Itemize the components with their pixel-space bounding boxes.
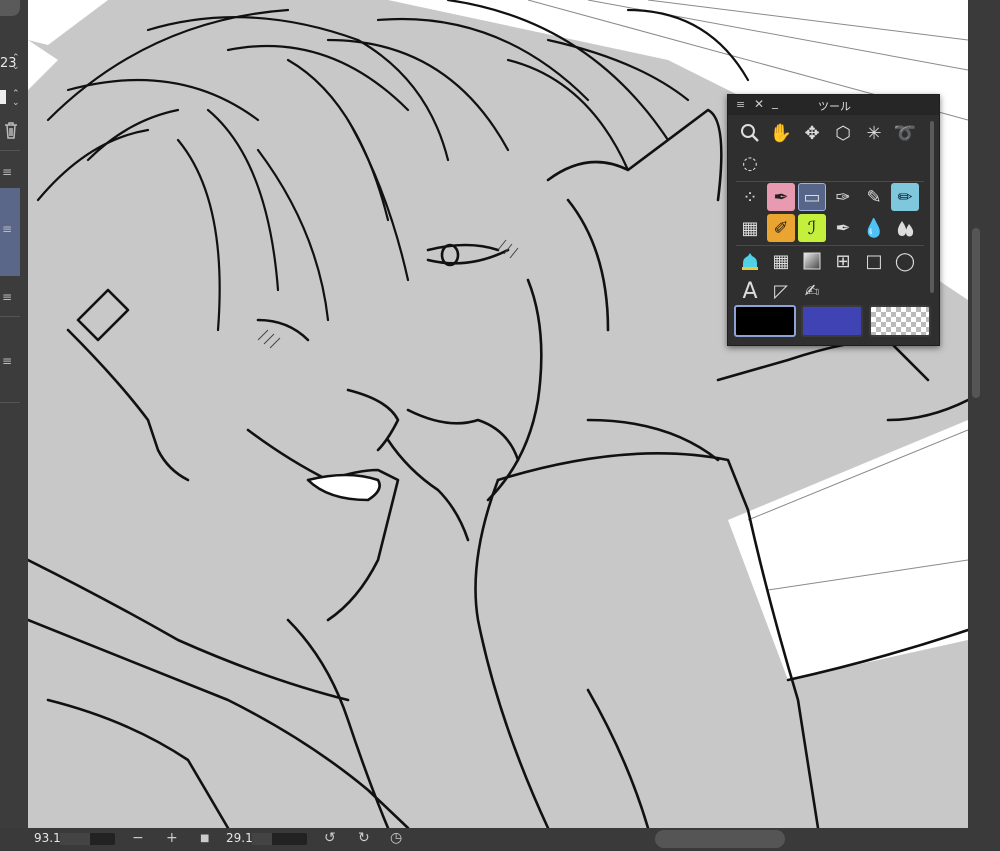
layer-menu-icon: ≡ <box>2 165 13 179</box>
zoom-value[interactable]: 93.1 <box>34 831 61 845</box>
trash-icon[interactable] <box>2 120 20 140</box>
marker-tool-icon[interactable]: ✎ <box>860 183 888 211</box>
selection-lasso-tool-icon[interactable]: ◌ <box>736 149 764 177</box>
gradient-tool-icon[interactable] <box>798 247 826 275</box>
decoration-tool-icon[interactable]: ▦ <box>736 214 764 242</box>
vertical-scroll-thumb[interactable] <box>972 228 980 398</box>
zoom-in-button[interactable]: + <box>166 830 178 846</box>
zoom-slider[interactable] <box>60 833 115 845</box>
opacity-swatch <box>0 90 6 104</box>
move-tool-icon[interactable]: ✥ <box>798 119 826 147</box>
sub-color-swatch[interactable] <box>801 305 863 337</box>
layer-item[interactable]: ≡ <box>0 268 20 328</box>
close-icon[interactable]: ✕ <box>754 97 764 111</box>
pencil-tool-icon[interactable]: ✏ <box>891 183 919 211</box>
divider <box>0 402 20 403</box>
vertical-scrollbar[interactable] <box>968 0 1000 828</box>
status-bar: 93.1 − + ■ 29.1 ↺ ↻ ◷ <box>0 828 1000 851</box>
airbrush-tool-icon[interactable]: ⁘ <box>736 183 764 211</box>
palette-divider <box>736 245 924 246</box>
palette-menu-icon[interactable]: ≡ <box>736 98 745 111</box>
lasso-tool-icon[interactable]: ➰ <box>891 119 919 147</box>
pen-tool-icon[interactable]: ✒ <box>767 183 795 211</box>
layer-item[interactable]: ≡ <box>0 332 20 392</box>
layer-item-active[interactable]: ≡ <box>0 188 20 276</box>
frame-tool-icon[interactable]: ⊞ <box>829 247 857 275</box>
panel-tool-icon[interactable]: ◸ <box>767 277 795 305</box>
dropper-tool-icon[interactable]: ℐ <box>798 214 826 242</box>
palette-title: ツール <box>818 100 851 113</box>
magic-wand-tool-icon[interactable]: ✳ <box>860 119 888 147</box>
text-tool-icon[interactable]: A <box>736 277 764 305</box>
palette-scrollbar[interactable] <box>930 121 934 293</box>
rectangle-tool-icon[interactable]: □ <box>860 247 888 275</box>
fit-button[interactable]: ■ <box>200 833 209 844</box>
fill-tool-icon[interactable] <box>736 247 764 275</box>
opacity-spinner-icon[interactable]: ⌃ ⌄ <box>12 90 20 108</box>
object-tool-icon[interactable]: ⬡ <box>829 119 857 147</box>
divider <box>0 316 20 317</box>
rotation-slider[interactable] <box>252 833 307 845</box>
size-spinner-icon[interactable]: ⌃ ⌄ <box>12 54 20 72</box>
reset-rotation-icon[interactable]: ◷ <box>390 830 402 846</box>
main-color-swatch[interactable] <box>734 305 796 337</box>
blend-tool-icon[interactable]: 💧 <box>860 214 888 242</box>
balloon-tool-icon[interactable]: ◯ <box>891 247 919 275</box>
highlighter-tool-icon[interactable]: ✐ <box>767 214 795 242</box>
palette-divider <box>736 181 924 182</box>
rotation-value[interactable]: 29.1 <box>226 831 253 845</box>
correction-tool-icon[interactable]: ✍ <box>798 277 826 305</box>
palette-header[interactable]: ≡ ✕ _ ツール <box>728 95 939 115</box>
transparent-color-swatch[interactable] <box>869 305 931 337</box>
zoom-out-button[interactable]: − <box>132 830 144 846</box>
horizontal-scroll-thumb[interactable] <box>655 830 785 848</box>
left-panel: 23 ⌃ ⌄ ⌃ ⌄ ≡ ≡ ≡ ≡ <box>0 0 28 828</box>
rotate-right-icon[interactable]: ↻ <box>358 830 370 846</box>
zoom-tool-icon[interactable] <box>736 119 764 147</box>
eraser-tool-icon[interactable]: ▭ <box>798 183 826 211</box>
layer-menu-icon: ≡ <box>2 354 13 368</box>
layer-menu-icon: ≡ <box>2 222 13 236</box>
minimize-icon[interactable]: _ <box>772 95 778 109</box>
liquify-tool-icon[interactable]: ✒ <box>829 214 857 242</box>
ink-pen-tool-icon[interactable]: ✑ <box>829 183 857 211</box>
hand-tool-icon[interactable]: ✋ <box>767 119 795 147</box>
tool-palette: ≡ ✕ _ ツール ✋ ✥ ⬡ ✳ ➰ ◌ ⁘ ✒ ▭ ✑ ✎ ✏ ▦ ✐ ℐ … <box>727 94 940 346</box>
ruler-tool-icon[interactable]: ▦ <box>767 247 795 275</box>
water-drop-tool-icon[interactable] <box>891 214 919 242</box>
rotate-left-icon[interactable]: ↺ <box>324 830 336 846</box>
panel-top-button[interactable] <box>0 0 20 16</box>
layer-menu-icon: ≡ <box>2 290 13 304</box>
